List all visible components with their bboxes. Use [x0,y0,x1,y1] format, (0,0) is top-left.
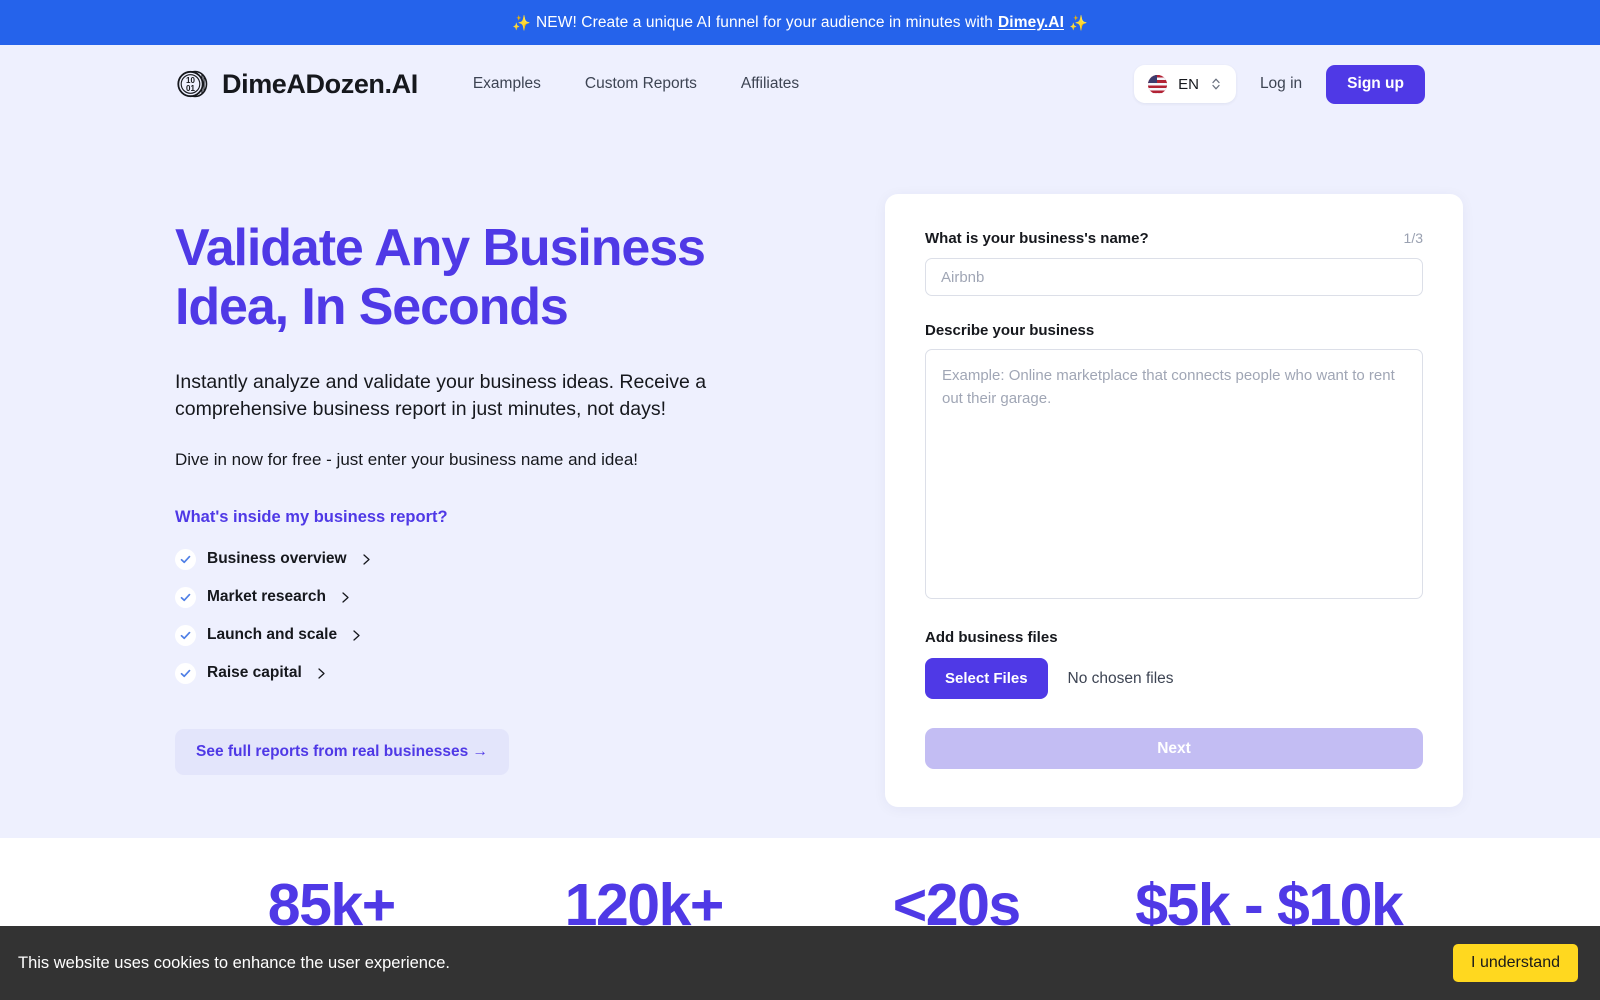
checklist-item-raise-capital[interactable]: Raise capital [175,662,775,684]
check-icon [175,662,196,684]
select-files-button[interactable]: Select Files [925,658,1048,699]
brand-logo[interactable]: 10 01 DimeADozen.AI [175,67,418,101]
checklist-item-label: Launch and scale [207,626,338,644]
nav-item-examples[interactable]: Examples [473,75,541,93]
describe-business-label: Describe your business [925,322,1095,339]
chevron-right-icon [348,629,361,642]
chevron-up-down-icon [1210,76,1222,92]
step-counter: 1/3 [1403,230,1423,246]
check-icon [175,548,196,570]
hero-content: Validate Any Business Idea, In Seconds I… [0,123,1600,807]
chevron-right-icon [313,667,326,680]
checklist-item-label: Business overview [207,550,347,568]
hero-subtitle: Instantly analyze and validate your busi… [175,370,707,421]
check-icon [175,624,196,646]
checklist-item-business-overview[interactable]: Business overview [175,548,775,570]
language-code: EN [1178,75,1199,93]
svg-text:01: 01 [186,84,195,93]
checklist-item-market-research[interactable]: Market research [175,586,775,608]
sparkle-icon-left: ✨ [512,14,531,32]
announcement-text: NEW! Create a unique AI funnel for your … [536,13,994,31]
page-root: ✨ NEW! Create a unique AI funnel for you… [0,0,1600,1000]
checklist-item-launch-and-scale[interactable]: Launch and scale [175,624,775,646]
business-name-label: What is your business's name? [925,230,1149,247]
file-upload-row: Select Files No chosen files [925,658,1423,699]
login-link[interactable]: Log in [1254,71,1308,97]
announcement-link[interactable]: Dimey.AI [998,14,1064,32]
site-header: 10 01 DimeADozen.AI Examples Custom Repo… [0,45,1600,123]
page-title-heavy: In Seconds [301,277,569,336]
header-actions: EN Log in Sign up [1134,64,1425,104]
hero-left-column: Validate Any Business Idea, In Seconds I… [175,219,775,807]
see-full-reports-button[interactable]: See full reports from real businesses → [175,728,510,775]
cookie-consent-banner: This website uses cookies to enhance the… [0,926,1600,1000]
announcement-banner: ✨ NEW! Create a unique AI funnel for you… [0,0,1600,45]
check-icon [175,586,196,608]
chevron-right-icon [337,591,350,604]
nav-item-affiliates[interactable]: Affiliates [741,75,799,93]
business-name-input[interactable] [925,258,1423,296]
business-name-field-header: What is your business's name? 1/3 [925,230,1423,247]
nav-item-custom-reports[interactable]: Custom Reports [585,75,697,93]
main-navigation: Examples Custom Reports Affiliates [473,75,799,93]
signup-button[interactable]: Sign up [1326,64,1425,104]
checklist-item-label: Market research [207,588,326,606]
business-idea-form: What is your business's name? 1/3 Descri… [885,194,1463,807]
cookie-message: This website uses cookies to enhance the… [18,953,450,972]
language-selector[interactable]: EN [1134,65,1236,103]
next-button[interactable]: Next [925,728,1423,769]
chosen-files-status: No chosen files [1067,669,1174,687]
add-business-files-label: Add business files [925,629,1058,646]
coin-logo-icon: 10 01 [175,67,209,101]
hero-section: 10 01 DimeADozen.AI Examples Custom Repo… [0,45,1600,838]
page-title: Validate Any Business Idea, In Seconds [175,219,775,337]
sparkle-icon-right: ✨ [1069,14,1088,32]
report-checklist: Business overview Market research Launch… [175,548,775,684]
brand-name: DimeADozen.AI [222,68,418,99]
describe-business-textarea[interactable] [925,349,1423,599]
checklist-heading: What's inside my business report? [175,507,448,526]
chevron-right-icon [358,553,371,566]
hero-subtitle-secondary: Dive in now for free - just enter your b… [175,449,639,469]
us-flag-icon [1148,74,1168,94]
cookie-accept-button[interactable]: I understand [1453,944,1578,982]
checklist-item-label: Raise capital [207,664,302,682]
